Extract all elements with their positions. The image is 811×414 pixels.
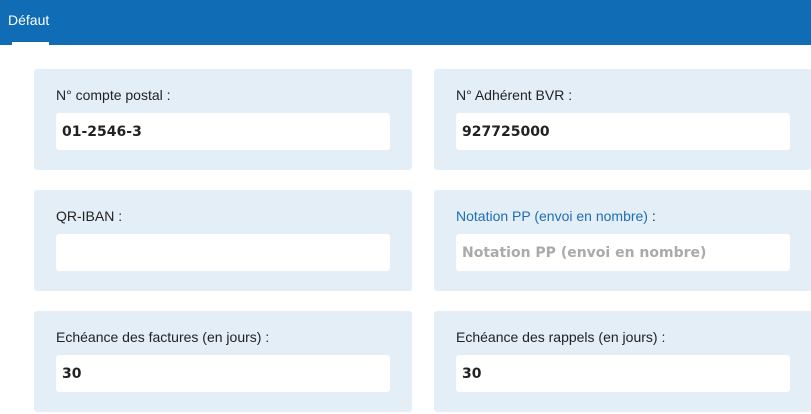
- qr-iban-input[interactable]: [56, 234, 390, 271]
- postal-account-input[interactable]: [56, 113, 390, 150]
- pp-notation-label-suffix: :: [647, 208, 656, 224]
- tab-default-label: Défaut: [8, 12, 50, 28]
- tab-bar: Défaut: [0, 0, 811, 45]
- bvr-member-label: N° Adhérent BVR :: [456, 87, 573, 103]
- qr-iban-card: QR-IBAN :: [34, 190, 412, 291]
- qr-iban-label: QR-IBAN :: [56, 208, 123, 224]
- reminder-due-label: Echéance des rappels (en jours) :: [456, 329, 666, 345]
- pp-notation-label: Notation PP (envoi en nombre) :: [456, 208, 656, 224]
- pp-notation-card: Notation PP (envoi en nombre) :: [434, 190, 811, 291]
- pp-notation-input[interactable]: [456, 234, 790, 271]
- invoice-due-label: Echéance des factures (en jours) :: [56, 329, 270, 345]
- postal-account-card: N° compte postal :: [34, 69, 412, 170]
- bvr-member-input[interactable]: [456, 113, 790, 150]
- bvr-member-card: N° Adhérent BVR :: [434, 69, 811, 170]
- invoice-due-card: Echéance des factures (en jours) :: [34, 311, 412, 412]
- reminder-due-input[interactable]: [456, 355, 790, 392]
- active-tab-indicator: [12, 42, 49, 45]
- postal-account-label: N° compte postal :: [56, 87, 171, 103]
- pp-notation-link[interactable]: Notation PP (envoi en nombre): [456, 208, 648, 224]
- invoice-due-input[interactable]: [56, 355, 390, 392]
- tab-default[interactable]: Défaut: [0, 0, 57, 45]
- reminder-due-card: Echéance des rappels (en jours) :: [434, 311, 811, 412]
